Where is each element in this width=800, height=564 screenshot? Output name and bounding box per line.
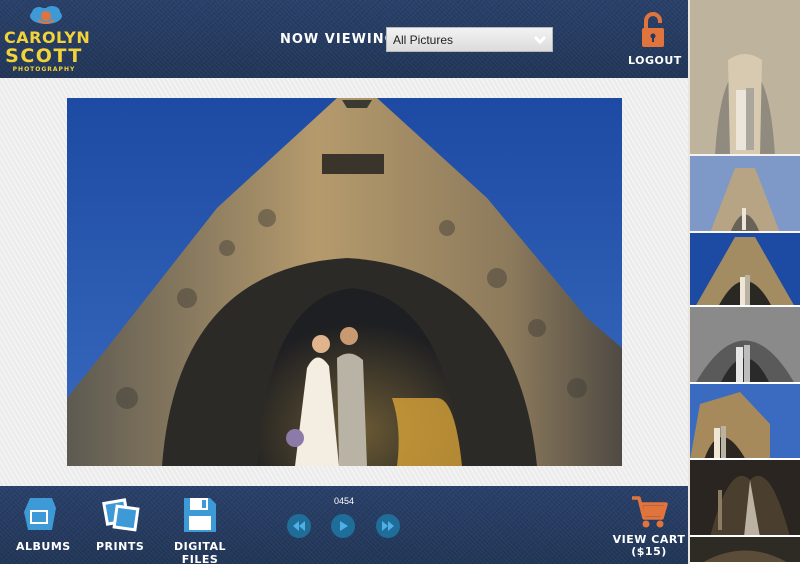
thumbnail[interactable] [690, 460, 800, 537]
rewind-icon [293, 521, 305, 531]
prints-icon [102, 498, 140, 532]
thumbnail[interactable] [690, 537, 800, 564]
play-icon [340, 521, 348, 531]
frame-number: 0454 [334, 496, 355, 506]
nav-digital-files-button[interactable]: DIGITAL FILES [160, 494, 240, 564]
main-photo-image [67, 98, 622, 466]
thumbnail-strip [688, 0, 800, 564]
photo-viewer [0, 78, 688, 486]
nav-albums-button[interactable]: ALBUMS [16, 494, 70, 553]
logout-label: LOGOUT [628, 54, 682, 67]
album-select-value: All Pictures [393, 33, 454, 47]
main-photo[interactable] [67, 98, 622, 466]
cart-total: ($15) [631, 545, 667, 558]
view-cart-button[interactable]: VIEW CART ($15) [612, 494, 686, 558]
fast-forward-button[interactable] [376, 514, 400, 538]
floppy-disk-icon [184, 498, 216, 532]
nav-digital-files-label: DIGITAL FILES [173, 540, 227, 564]
thumbnail[interactable] [690, 156, 800, 233]
unlock-icon [642, 12, 664, 47]
header-bar: CAROLYN SCOTT PHOTOGRAPHY NOW VIEWING: A… [0, 0, 688, 78]
logo-tagline: PHOTOGRAPHY [12, 66, 76, 73]
thumbnail[interactable] [690, 233, 800, 307]
nav-prints-label: PRINTS [96, 540, 145, 553]
thumbnail[interactable] [690, 0, 800, 156]
album-select[interactable]: All Pictures [386, 27, 553, 52]
logout-button[interactable]: LOGOUT [628, 12, 682, 70]
cloud-logo-icon [30, 6, 62, 24]
shopping-cart-icon [632, 496, 668, 528]
nav-prints-button[interactable]: PRINTS [96, 494, 144, 553]
rewind-button[interactable] [287, 514, 311, 538]
thumbnail[interactable] [690, 384, 800, 460]
thumbnail[interactable] [690, 307, 800, 384]
footer-bar: ALBUMS PRINTS DIGITAL FILES 0454 VIEW CA… [0, 486, 688, 564]
fast-forward-icon [382, 521, 394, 531]
logo-text-scott: SCOTT [5, 45, 83, 67]
play-button[interactable] [331, 514, 355, 538]
album-icon [24, 498, 56, 530]
brand-logo[interactable]: CAROLYN SCOTT PHOTOGRAPHY [4, 2, 90, 76]
nav-albums-label: ALBUMS [16, 540, 71, 553]
chevron-down-icon [534, 35, 546, 45]
now-viewing-label: NOW VIEWING: [280, 32, 403, 47]
